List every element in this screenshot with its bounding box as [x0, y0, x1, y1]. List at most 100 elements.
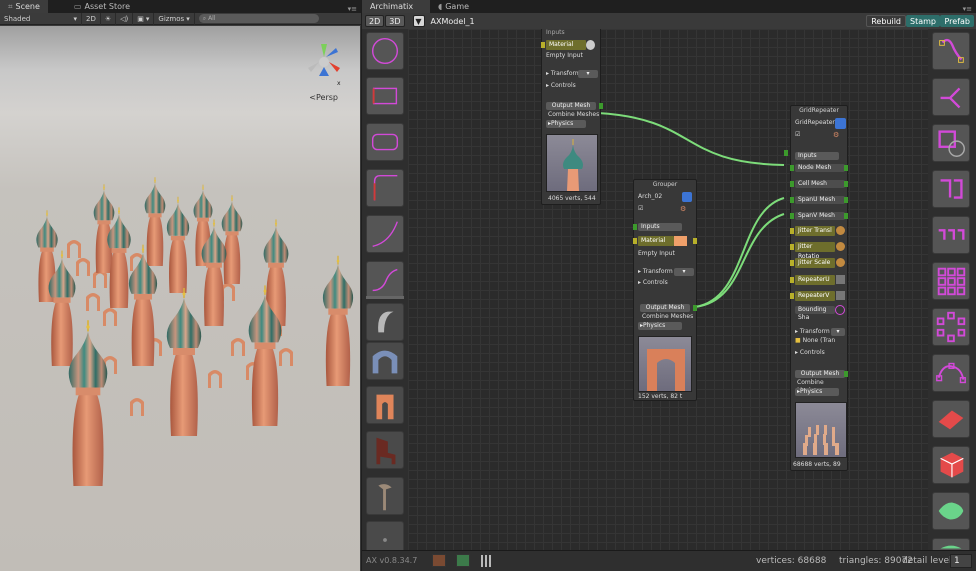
- rectangle-shape-tile[interactable]: [366, 77, 404, 115]
- transform-dropdown[interactable]: ▾: [674, 268, 694, 276]
- corner-tool[interactable]: [932, 170, 970, 208]
- curve-path-tool[interactable]: [932, 32, 970, 70]
- tab-scene[interactable]: ⌗ Scene: [0, 0, 48, 13]
- transform-row[interactable]: ▸ Transform: [795, 328, 830, 336]
- stamp-button[interactable]: Stamp: [906, 15, 940, 27]
- input-port[interactable]: [784, 150, 788, 156]
- node-mesh-input[interactable]: Node Mesh: [795, 164, 845, 172]
- tab-asset-store[interactable]: ▭ Asset Store: [66, 0, 138, 13]
- gear-icon[interactable]: ⚙: [680, 205, 686, 213]
- prefab-button[interactable]: Prefab: [940, 15, 974, 27]
- corner-curve-shape-tile[interactable]: [366, 169, 404, 207]
- input-port[interactable]: [790, 213, 794, 219]
- layout-icon[interactable]: [481, 555, 493, 567]
- combine-meshes-row[interactable]: Combine Meshes: [548, 111, 599, 119]
- input-port[interactable]: [790, 165, 794, 171]
- stamp-view-icon[interactable]: [456, 554, 470, 567]
- tab-archimatix[interactable]: Archimatix: [362, 0, 430, 13]
- material-input[interactable]: Material: [546, 40, 586, 50]
- output-port[interactable]: [844, 181, 848, 187]
- bounding-shape-input[interactable]: Bounding Sha: [795, 306, 835, 321]
- grid-repeater-node[interactable]: GridRepeater GridRepeater ☑ ⚙ Inputs Nod…: [784, 105, 848, 471]
- shading-dropdown[interactable]: Shaded ▾: [0, 12, 82, 25]
- input-port[interactable]: [790, 260, 794, 266]
- arch-mesh-tile[interactable]: [366, 342, 404, 380]
- input-port[interactable]: [633, 224, 637, 230]
- shape-merge-tool[interactable]: [932, 124, 970, 162]
- input-port[interactable]: [790, 181, 794, 187]
- library-divider[interactable]: [366, 296, 404, 299]
- material-input[interactable]: Material: [638, 236, 674, 246]
- input-port[interactable]: [633, 238, 637, 244]
- gizmos-dropdown[interactable]: Gizmos ▾: [154, 12, 195, 25]
- settings-icon[interactable]: [836, 226, 845, 235]
- repeater-v-input[interactable]: RepeaterV: [795, 291, 835, 301]
- combine-meshes-row[interactable]: Combine Meshes: [642, 313, 693, 321]
- transform-row[interactable]: ▸ Transform: [546, 70, 581, 78]
- lamp-mesh-tile[interactable]: [366, 477, 404, 515]
- handle-mesh-tile[interactable]: [366, 303, 404, 341]
- controls-row[interactable]: ▸ Controls: [638, 279, 668, 287]
- jitter-translation-input[interactable]: Jitter Transl: [795, 226, 835, 236]
- controls-row[interactable]: ▸ Controls: [546, 82, 576, 90]
- mode-2d-button[interactable]: 2D: [365, 15, 385, 27]
- output-port[interactable]: [599, 103, 603, 109]
- material-swatch[interactable]: [586, 40, 595, 50]
- output-port[interactable]: [693, 305, 697, 311]
- gear-icon[interactable]: ⚙: [833, 131, 839, 139]
- rebuild-button[interactable]: Rebuild: [866, 15, 906, 27]
- more-library-tile[interactable]: [366, 521, 404, 550]
- transform-dropdown[interactable]: ▾: [578, 70, 598, 78]
- output-port[interactable]: [844, 165, 848, 171]
- detail-level-input[interactable]: 1: [950, 554, 972, 568]
- brick-arch-mesh-tile[interactable]: [366, 386, 404, 424]
- orientation-gizmo[interactable]: x: [308, 44, 341, 87]
- s-curve-shape-tile[interactable]: [366, 261, 404, 299]
- input-port[interactable]: [541, 42, 545, 48]
- effects-dropdown[interactable]: ▣ ▾: [133, 12, 155, 25]
- checkbox[interactable]: ☑: [795, 131, 800, 139]
- output-port[interactable]: [844, 371, 848, 377]
- output-port[interactable]: [844, 197, 848, 203]
- arc-curve-shape-tile[interactable]: [366, 215, 404, 253]
- output-mesh-button[interactable]: Output Mesh: [640, 304, 690, 312]
- panel-menu-icon[interactable]: ▾≡: [963, 5, 976, 13]
- grid-view-icon[interactable]: [432, 554, 446, 567]
- node-name-field[interactable]: GridRepeater: [795, 119, 835, 127]
- grid-repeater-tool[interactable]: [932, 262, 970, 300]
- polygon-mesh-tool[interactable]: [932, 492, 970, 530]
- lighting-toggle[interactable]: ☀: [101, 12, 117, 25]
- more-tools-tile[interactable]: [932, 538, 970, 550]
- inputs-button[interactable]: Inputs: [795, 152, 839, 160]
- physics-button[interactable]: ▸Physics: [795, 388, 839, 396]
- output-mesh-button[interactable]: Output Mesh: [546, 102, 596, 110]
- chair-mesh-tile[interactable]: [366, 431, 404, 469]
- grouper-node[interactable]: Grouper Arch_02 ☑ ⚙ Inputs Material Empt…: [633, 179, 697, 401]
- rounded-rect-shape-tile[interactable]: [366, 123, 404, 161]
- node-graph-canvas[interactable]: Inputs Material Empty Input ▸ Transform …: [408, 29, 928, 550]
- cell-mesh-input[interactable]: Cell Mesh: [795, 180, 845, 188]
- output-port[interactable]: [693, 238, 697, 244]
- circle-shape-tile[interactable]: [366, 32, 404, 70]
- branch-tool[interactable]: [932, 78, 970, 116]
- combine-meshes-row[interactable]: Combine Meshes: [797, 379, 847, 394]
- linear-repeater-tool[interactable]: [932, 216, 970, 254]
- inputs-button[interactable]: Inputs: [638, 223, 682, 231]
- persp-label[interactable]: <Persp: [309, 93, 338, 102]
- transform-target-field[interactable]: ■ None (Tran: [795, 337, 835, 345]
- output-port[interactable]: [844, 213, 848, 219]
- span-v-mesh-input[interactable]: SpanV Mesh: [795, 212, 845, 220]
- input-port[interactable]: [790, 228, 794, 234]
- shape-distributor-tool[interactable]: [932, 354, 970, 392]
- physics-button[interactable]: ▸Physics: [546, 120, 586, 128]
- controls-row[interactable]: ▸ Controls: [795, 349, 825, 357]
- edit-icon[interactable]: [836, 291, 845, 300]
- checkbox[interactable]: ☑: [638, 205, 643, 213]
- mode-3d-button[interactable]: 3D: [385, 15, 405, 27]
- audio-toggle[interactable]: ◁): [116, 12, 134, 25]
- grid-icon[interactable]: [835, 118, 846, 129]
- physics-button[interactable]: ▸Physics: [638, 322, 682, 330]
- settings-icon[interactable]: [836, 242, 845, 251]
- radial-repeater-tool[interactable]: [932, 308, 970, 346]
- input-port[interactable]: [790, 277, 794, 283]
